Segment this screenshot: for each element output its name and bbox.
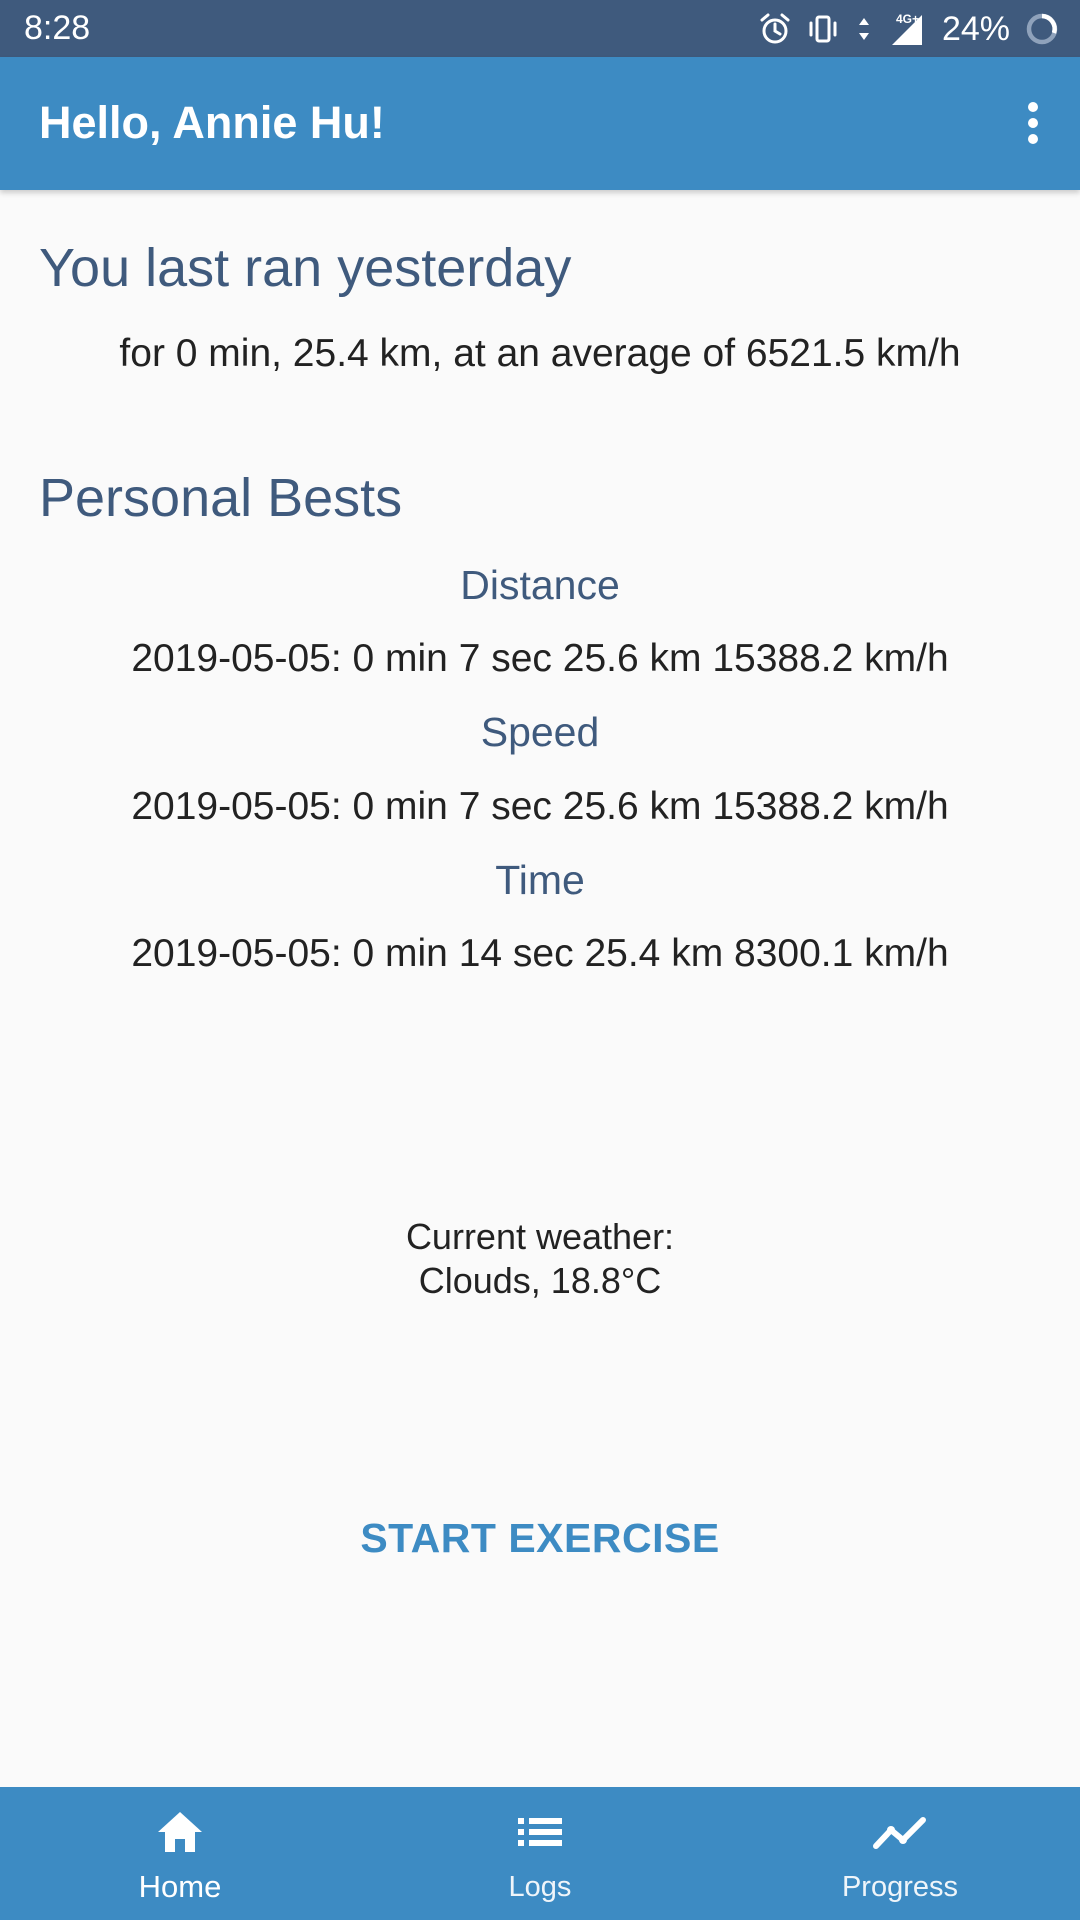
last-run-detail: for 0 min, 25.4 km, at an average of 652… bbox=[119, 332, 961, 375]
home-icon bbox=[156, 1807, 204, 1857]
battery-percentage: 24% bbox=[941, 9, 1010, 48]
battery-icon bbox=[1024, 11, 1060, 47]
status-time: 8:28 bbox=[24, 9, 91, 47]
nav-label-home: Home bbox=[138, 1869, 222, 1904]
app-screen: 8:28 4G+ 24% Hello, Annie Hu! You last r… bbox=[0, 0, 1080, 1920]
status-icons: 4G+ 24% bbox=[758, 0, 1060, 57]
best-speed-label: Speed bbox=[480, 709, 600, 755]
nav-item-logs[interactable]: Logs bbox=[360, 1787, 720, 1920]
trending-icon bbox=[871, 1807, 929, 1857]
status-bar: 8:28 4G+ 24% bbox=[0, 0, 1080, 57]
more-vert-icon bbox=[1028, 102, 1038, 144]
best-distance-value: 2019-05-05: 0 min 7 sec 25.6 km 15388.2 … bbox=[131, 637, 949, 680]
best-speed-value: 2019-05-05: 0 min 7 sec 25.6 km 15388.2 … bbox=[131, 785, 949, 828]
bottom-navigation: Home Logs Progress bbox=[0, 1787, 1080, 1920]
start-exercise-button[interactable]: START EXERCISE bbox=[340, 1490, 740, 1586]
network-type-label: 4G+ bbox=[896, 12, 919, 26]
overflow-menu-button[interactable] bbox=[1008, 92, 1058, 154]
weather-value: Clouds, 18.8°C bbox=[418, 1260, 662, 1301]
app-bar: Hello, Annie Hu! bbox=[0, 57, 1080, 190]
last-run-heading: You last ran yesterday bbox=[39, 238, 572, 298]
best-distance-label: Distance bbox=[460, 562, 620, 608]
signal-icon: 4G+ bbox=[888, 9, 928, 49]
nav-item-home[interactable]: Home bbox=[0, 1787, 360, 1920]
personal-bests-heading: Personal Bests bbox=[39, 468, 403, 528]
best-time-label: Time bbox=[495, 857, 585, 903]
app-title: Hello, Annie Hu! bbox=[39, 97, 385, 148]
list-icon bbox=[516, 1807, 564, 1857]
data-arrows-icon bbox=[854, 12, 874, 46]
vibrate-icon bbox=[806, 12, 840, 46]
best-time-value: 2019-05-05: 0 min 14 sec 25.4 km 8300.1 … bbox=[131, 932, 949, 975]
weather-label: Current weather: bbox=[405, 1216, 675, 1257]
nav-label-logs: Logs bbox=[508, 1871, 572, 1903]
nav-label-progress: Progress bbox=[841, 1871, 959, 1903]
nav-item-progress[interactable]: Progress bbox=[720, 1787, 1080, 1920]
alarm-icon bbox=[758, 12, 792, 46]
